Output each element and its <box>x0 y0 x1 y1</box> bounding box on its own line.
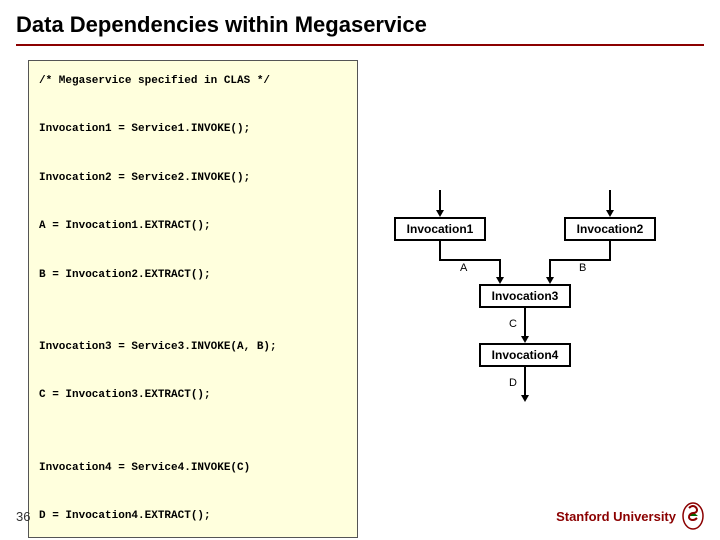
edge-label-b: B <box>579 262 586 274</box>
stanford-logo-icon <box>682 502 704 530</box>
arrowhead-icon <box>521 395 529 402</box>
brand-area: Stanford University <box>556 502 704 530</box>
arrow-line <box>524 367 526 397</box>
dependency-diagram: Invocation1 Invocation2 A B Invocation3 … <box>384 190 684 430</box>
code-line: C = Invocation3.EXTRACT(); <box>39 389 211 401</box>
code-line: Invocation2 = Service2.INVOKE(); <box>39 172 250 184</box>
code-text: /* Megaservice specified in CLAS */ Invo… <box>39 69 347 529</box>
brand-text: Stanford University <box>556 509 676 524</box>
edge-label-a: A <box>460 262 467 274</box>
arrow-line <box>549 259 551 279</box>
arrow-line <box>609 190 611 212</box>
node-invocation2: Invocation2 <box>564 217 656 241</box>
code-line: Invocation4 = Service4.INVOKE(C) <box>39 462 250 474</box>
arrowhead-icon <box>496 277 504 284</box>
diagram-container: Invocation1 Invocation2 A B Invocation3 … <box>374 60 704 538</box>
arrow-line <box>524 308 526 338</box>
node-invocation3: Invocation3 <box>479 284 571 308</box>
footer: 36 Stanford University <box>0 502 720 530</box>
arrow-line <box>549 259 611 261</box>
code-block: /* Megaservice specified in CLAS */ Invo… <box>28 60 358 538</box>
arrow-line <box>439 190 441 212</box>
arrowhead-icon <box>606 210 614 217</box>
code-line: Invocation3 = Service3.INVOKE(A, B); <box>39 341 277 353</box>
arrowhead-icon <box>521 336 529 343</box>
page-number: 36 <box>16 509 30 524</box>
edge-label-c: C <box>509 318 517 330</box>
code-line: /* Megaservice specified in CLAS */ <box>39 75 270 87</box>
arrow-line <box>439 259 499 261</box>
node-invocation4: Invocation4 <box>479 343 571 367</box>
arrowhead-icon <box>436 210 444 217</box>
code-line: Invocation1 = Service1.INVOKE(); <box>39 123 250 135</box>
arrow-line <box>439 241 441 259</box>
edge-label-d: D <box>509 377 517 389</box>
code-line: A = Invocation1.EXTRACT(); <box>39 220 211 232</box>
arrow-line <box>499 259 501 279</box>
content-area: /* Megaservice specified in CLAS */ Invo… <box>0 46 720 538</box>
arrow-line <box>609 241 611 259</box>
node-invocation1: Invocation1 <box>394 217 486 241</box>
arrowhead-icon <box>546 277 554 284</box>
slide-title: Data Dependencies within Megaservice <box>0 0 720 44</box>
code-line: B = Invocation2.EXTRACT(); <box>39 269 211 281</box>
